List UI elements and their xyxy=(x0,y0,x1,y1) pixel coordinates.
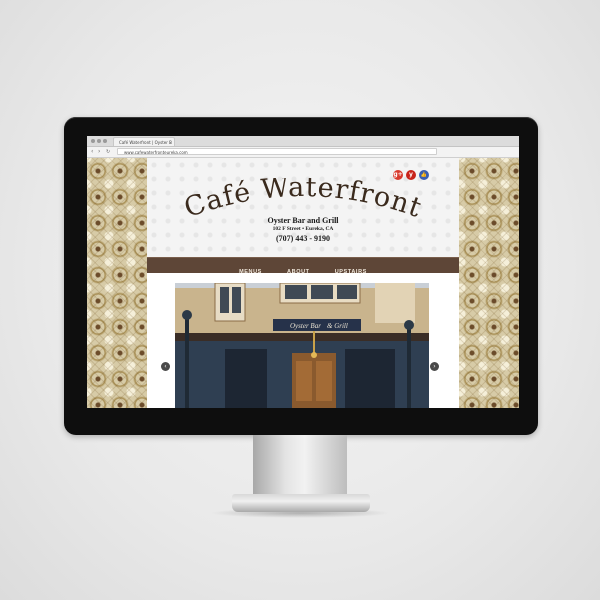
maximize-window-icon[interactable] xyxy=(103,139,107,143)
close-window-icon[interactable] xyxy=(91,139,95,143)
slider-prev-button[interactable]: ‹ xyxy=(161,362,170,371)
monitor-stand xyxy=(253,435,347,497)
site-header: g+ y 👍 Café Waterfront Oyster Bar and Gr… xyxy=(147,158,459,257)
tagline: Oyster Bar and Grill xyxy=(267,216,339,225)
back-button[interactable]: ‹ xyxy=(91,148,93,156)
page-container: g+ y 👍 Café Waterfront Oyster Bar and Gr… xyxy=(147,158,459,408)
sign-right-text: & Grill xyxy=(327,322,348,330)
toolbar: ‹ › ↻ www.cafewaterfronteureka.com xyxy=(87,147,519,183)
forward-button[interactable]: › xyxy=(98,148,100,156)
main-nav: MENUS ABOUT UPSTAIRS xyxy=(147,257,459,275)
browser-window: Café Waterfront | Oyster B × ‹ › ↻ www.c… xyxy=(87,136,519,408)
building-illustration: Oyster Bar & Grill xyxy=(175,283,429,408)
address-bar[interactable]: www.cafewaterfronteureka.com xyxy=(117,148,437,155)
browser-tab[interactable]: Café Waterfront | Oyster B × xyxy=(113,137,175,146)
reload-button[interactable]: ↻ xyxy=(106,148,110,156)
tab-strip: Café Waterfront | Oyster B × xyxy=(87,136,519,147)
slider-next-button[interactable]: › xyxy=(430,362,439,371)
address: 102 F Street • Eureka, CA xyxy=(272,226,334,232)
website-background-pattern: g+ y 👍 Café Waterfront Oyster Bar and Gr… xyxy=(87,158,519,408)
tab-close-icon[interactable]: × xyxy=(169,138,172,146)
main-content: ‹ › Oyster Bar & Grill xyxy=(147,273,459,408)
minimize-window-icon[interactable] xyxy=(97,139,101,143)
phone-number[interactable]: (707) 443 - 9190 xyxy=(147,234,459,243)
url-text: www.cafewaterfronteureka.com xyxy=(124,150,188,155)
hero-photo: Oyster Bar & Grill xyxy=(175,283,429,408)
extension-icons xyxy=(443,149,519,183)
sign-left-text: Oyster Bar xyxy=(290,322,321,330)
tab-title: Café Waterfront | Oyster B xyxy=(119,140,172,145)
monitor-base xyxy=(232,494,370,512)
